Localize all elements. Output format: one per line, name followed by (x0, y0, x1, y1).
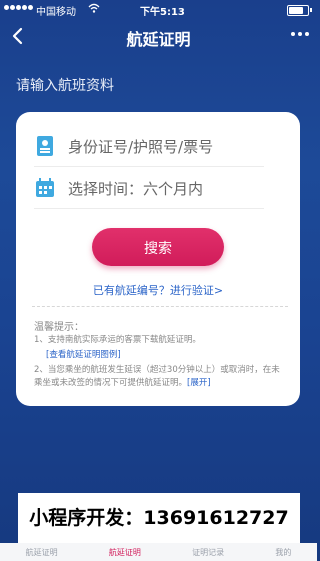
verify-delay-number-link[interactable]: 已有航延编号？进行验证> (16, 282, 300, 298)
view-sample-link[interactable]: [查看航延证明图例] (46, 348, 121, 360)
tab-item-active[interactable]: 航延证明 (109, 547, 141, 558)
watermark-banner: 小程序开发：13691612727 (18, 493, 300, 543)
signal-strength-icon (4, 5, 33, 10)
navigation-bar: 航延证明 (0, 18, 317, 54)
search-button[interactable]: 搜索 (92, 228, 224, 266)
battery-icon (287, 5, 309, 16)
tip-item-2: 2、当您乘坐的航班发生延误（超过30分钟以上）或取消时，在未乘坐或未改签的情况下… (34, 364, 284, 390)
banner-text: 小程序开发：13691612727 (29, 507, 289, 529)
id-card-icon (34, 135, 56, 157)
tab-item[interactable]: 我的 (275, 547, 291, 558)
tip-item-2-text: 2、当您乘坐的航班发生延误（超过30分钟以上）或取消时，在未乘坐或未改签的情况下… (34, 365, 280, 388)
id-number-field[interactable]: 身份证号/护照号/票号 (34, 126, 264, 167)
section-heading: 请输入航班资料 (16, 78, 114, 94)
tab-item[interactable]: 航延证明 (26, 547, 58, 558)
page-title: 航延证明 (126, 30, 191, 49)
bottom-tab-bar: 航延证明 航延证明 证明记录 我的 (0, 543, 317, 561)
expand-link[interactable]: [展开] (187, 378, 211, 388)
search-form-card: 身份证号/护照号/票号 选择时间：六个月内 搜索 已有航延编号？进行验证> 温馨… (16, 112, 300, 406)
id-number-placeholder: 身份证号/护照号/票号 (68, 137, 214, 156)
battery-cap (310, 8, 312, 12)
tab-item[interactable]: 证明记录 (192, 547, 224, 558)
more-menu-icon[interactable] (291, 32, 309, 36)
date-select-field[interactable]: 选择时间：六个月内 (34, 168, 264, 209)
dashed-divider (32, 306, 288, 307)
date-select-placeholder: 选择时间：六个月内 (68, 179, 204, 198)
status-bar: 中国移动 下午5:13 (0, 0, 317, 18)
calendar-icon (34, 177, 56, 199)
carrier-name: 中国移动 (36, 7, 76, 18)
wifi-icon (88, 3, 100, 13)
status-time: 下午5:13 (140, 7, 185, 18)
tip-item-1: 1、支持南航实际承运的客票下载航延证明。 (34, 335, 201, 345)
tips-title: 温馨提示： (34, 322, 84, 333)
